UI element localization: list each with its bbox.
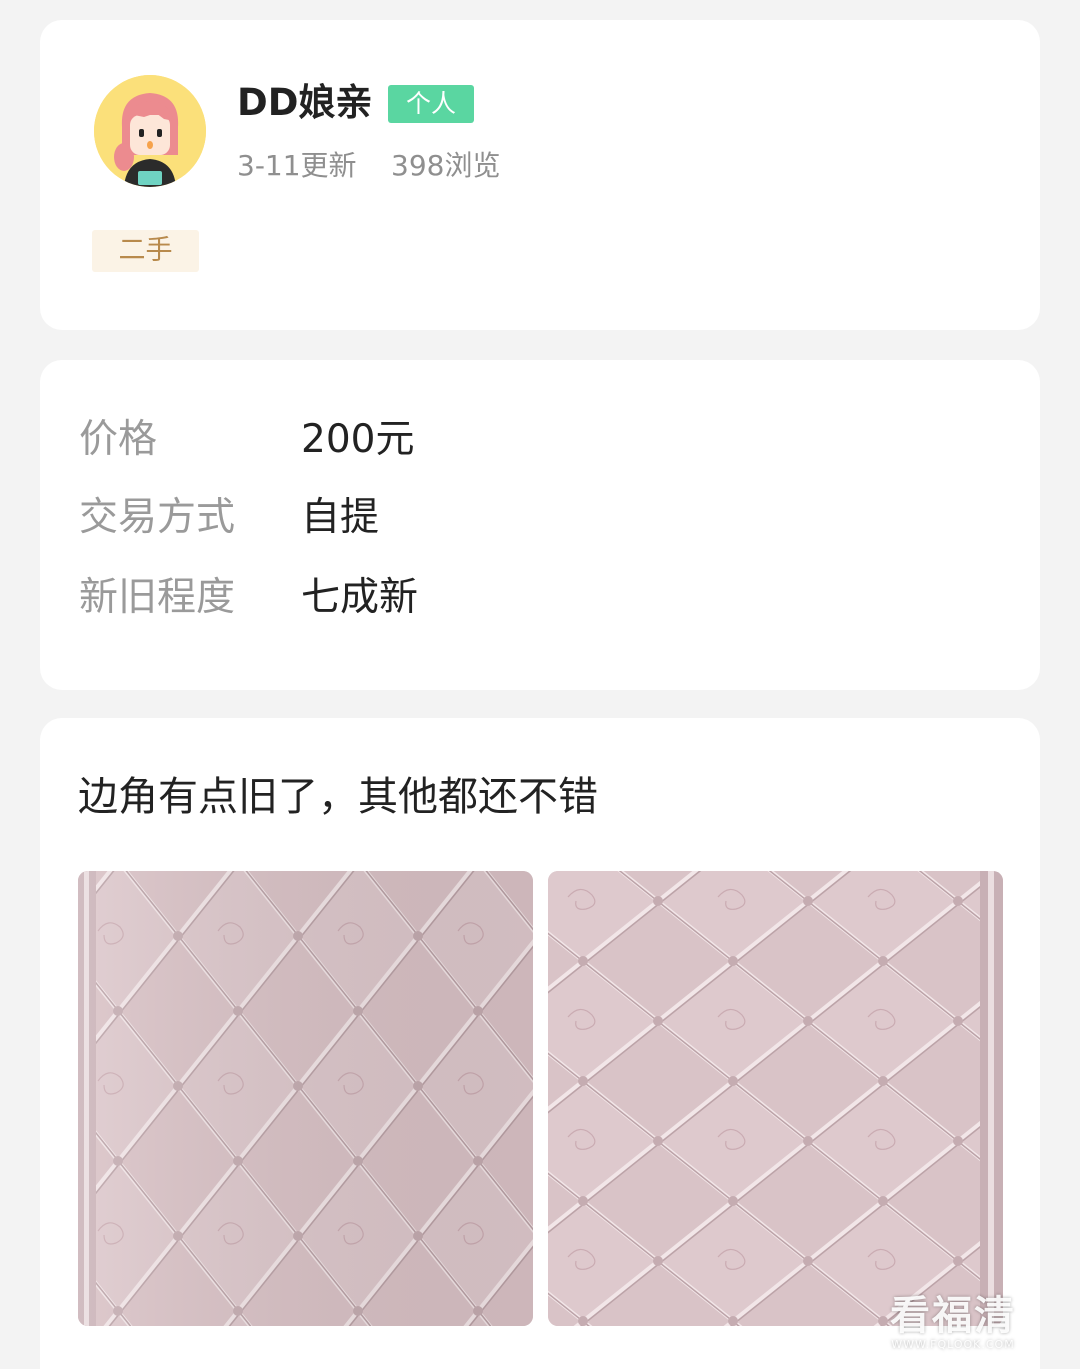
mattress-photo-1[interactable] <box>78 871 533 1326</box>
watermark-url: WWW.FQLOOK.COM <box>891 1338 1015 1351</box>
view-count: 398浏览 <box>391 149 501 182</box>
watermark-text: 看福清 <box>890 1293 1016 1339</box>
item-info-card: 价格 200元 交易方式 自提 新旧程度 七成新 <box>40 360 1040 690</box>
updated-date: 3-11更新 <box>237 149 357 182</box>
description-card: 边角有点旧了，其他都还不错 看福清 WWW.FQLOOK.COM <box>40 718 1040 1369</box>
avatar[interactable] <box>94 75 206 187</box>
item-description: 边角有点旧了，其他都还不错 <box>78 774 598 820</box>
condition-tag: 二手 <box>92 230 199 272</box>
seller-name[interactable]: DD娘亲 <box>237 80 372 126</box>
price-label: 价格 <box>79 417 158 462</box>
mattress-photo-2[interactable] <box>548 871 1003 1326</box>
personal-badge: 个人 <box>388 85 474 123</box>
site-watermark: 看福清 WWW.FQLOOK.COM <box>890 1294 1016 1351</box>
mattress-photo-icon <box>78 871 533 1326</box>
trade-method-value: 自提 <box>301 495 380 540</box>
seller-card: DD娘亲 个人 3-11更新 398浏览 二手 <box>40 20 1040 330</box>
condition-label: 新旧程度 <box>79 575 236 620</box>
mattress-photo-icon <box>548 871 1003 1326</box>
price-value: 200元 <box>301 417 415 462</box>
condition-value: 七成新 <box>301 575 419 620</box>
avatar-girl-icon <box>94 75 206 187</box>
trade-method-label: 交易方式 <box>79 495 236 540</box>
